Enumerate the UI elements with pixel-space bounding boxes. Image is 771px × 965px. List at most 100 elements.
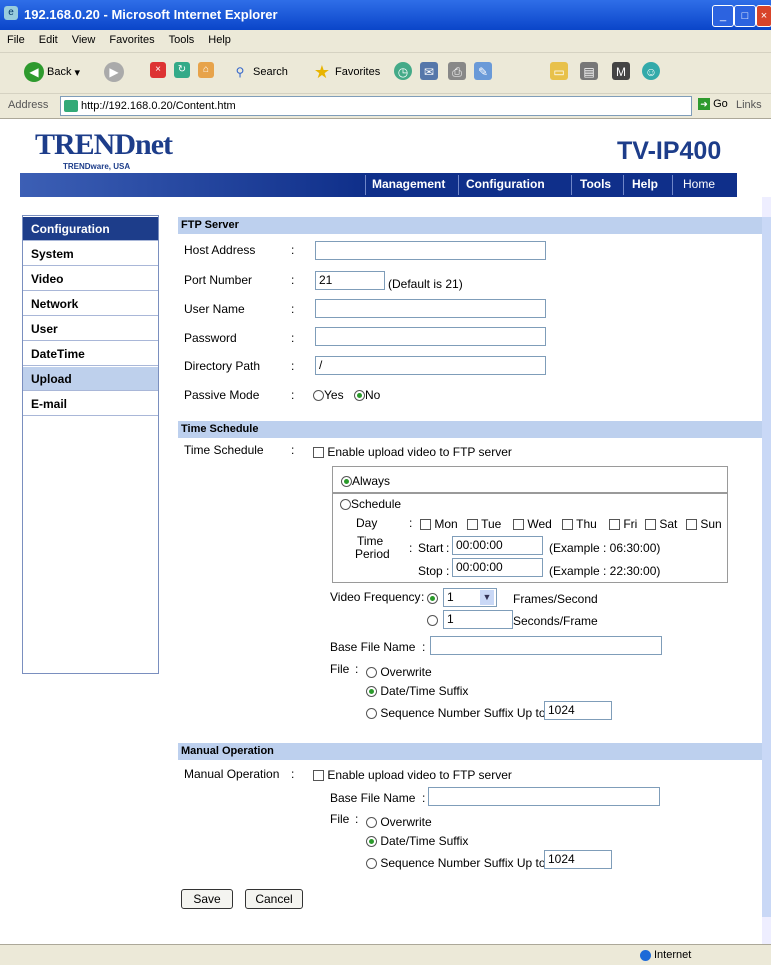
day-thu[interactable]: Thu: [562, 517, 597, 531]
go-button[interactable]: ➜ Go: [698, 98, 728, 110]
back-button[interactable]: ◀ Back ▾: [24, 62, 80, 82]
day-fri-checkbox[interactable]: [609, 519, 620, 531]
menu-favorites[interactable]: Favorites: [102, 30, 161, 46]
nav-management[interactable]: Management: [372, 177, 445, 191]
day-sun-checkbox[interactable]: [686, 519, 697, 531]
research-button[interactable]: ▤: [580, 62, 598, 80]
user-name-input[interactable]: [315, 299, 546, 318]
day-wed[interactable]: Wed: [513, 517, 552, 531]
folder-button[interactable]: ▭: [550, 62, 568, 80]
ie-icon: e: [4, 6, 18, 20]
menu-file[interactable]: File: [0, 30, 32, 46]
menu-view[interactable]: View: [65, 30, 103, 46]
forward-button[interactable]: ▶: [104, 62, 124, 82]
sidebar-header: Configuration: [23, 217, 158, 241]
manual-sequence-suffix-radio[interactable]: [366, 858, 377, 870]
edit-button[interactable]: ✎: [474, 62, 492, 80]
manual-enable-option[interactable]: Enable upload video to FTP server: [313, 768, 512, 782]
sidebar-item-system[interactable]: System: [23, 242, 158, 266]
password-input[interactable]: [315, 327, 546, 346]
stop-button[interactable]: ×: [150, 62, 166, 78]
search-button[interactable]: ⚲ Search: [230, 62, 288, 82]
refresh-button[interactable]: ↻: [174, 62, 190, 78]
host-address-input[interactable]: [315, 241, 546, 260]
start-time-input[interactable]: 00:00:00: [452, 536, 543, 555]
always-option[interactable]: Always: [341, 474, 390, 488]
mail-button[interactable]: ✉: [420, 62, 438, 80]
maximize-button[interactable]: □: [734, 5, 756, 27]
port-number-input[interactable]: 21: [315, 271, 385, 290]
sidebar: Configuration System Video Network User …: [22, 215, 159, 674]
day-tue[interactable]: Tue: [467, 517, 501, 531]
stop-time-input[interactable]: 00:00:00: [452, 558, 543, 577]
directory-path-input[interactable]: /: [315, 356, 546, 375]
print-button[interactable]: ⎙: [448, 62, 466, 80]
day-wed-checkbox[interactable]: [513, 519, 524, 531]
home-button[interactable]: ⌂: [198, 62, 214, 78]
sidebar-item-datetime[interactable]: DateTime: [23, 342, 158, 366]
sidebar-item-email[interactable]: E-mail: [23, 392, 158, 416]
manual-overwrite-option[interactable]: Overwrite: [366, 815, 432, 829]
day-sat[interactable]: Sat: [645, 517, 677, 531]
overwrite-option[interactable]: Overwrite: [366, 665, 432, 679]
passive-no-radio[interactable]: [354, 390, 365, 402]
sequence-suffix-option[interactable]: Sequence Number Suffix Up to: [366, 706, 546, 720]
address-input[interactable]: http://192.168.0.20/Content.htm: [60, 96, 692, 116]
users-button[interactable]: ☺: [642, 62, 660, 80]
schedule-radio[interactable]: [340, 499, 351, 511]
links-toolbar[interactable]: Links: [736, 99, 762, 111]
favorites-button[interactable]: ★ Favorites: [312, 62, 380, 82]
day-mon[interactable]: Mon: [420, 517, 458, 531]
day-fri[interactable]: Fri: [609, 517, 637, 531]
day-sat-checkbox[interactable]: [645, 519, 656, 531]
manual-sequence-limit-input[interactable]: 1024: [544, 850, 612, 869]
passive-yes-radio[interactable]: [313, 390, 324, 402]
manual-overwrite-radio[interactable]: [366, 817, 377, 829]
datetime-suffix-radio[interactable]: [366, 686, 377, 698]
passive-no-option[interactable]: No: [354, 388, 380, 402]
manual-datetime-suffix-radio[interactable]: [366, 836, 377, 848]
sidebar-item-video[interactable]: Video: [23, 267, 158, 291]
sidebar-item-user[interactable]: User: [23, 317, 158, 341]
messenger-button[interactable]: M: [612, 62, 630, 80]
seconds-per-frame-input[interactable]: 1: [443, 610, 513, 629]
nav-configuration[interactable]: Configuration: [466, 177, 545, 191]
close-button[interactable]: ×: [756, 5, 771, 27]
schedule-option[interactable]: Schedule: [340, 497, 401, 511]
sidebar-item-upload[interactable]: Upload: [23, 367, 158, 391]
manual-enable-checkbox[interactable]: [313, 770, 324, 782]
passive-yes-option[interactable]: Yes: [313, 388, 344, 402]
scrollbar-thumb[interactable]: [762, 217, 771, 917]
sequence-suffix-radio[interactable]: [366, 708, 377, 720]
menu-tools[interactable]: Tools: [162, 30, 202, 46]
manual-datetime-suffix-option[interactable]: Date/Time Suffix: [366, 834, 468, 848]
datetime-suffix-option[interactable]: Date/Time Suffix: [366, 684, 468, 698]
nav-help[interactable]: Help: [632, 177, 658, 191]
menu-help[interactable]: Help: [201, 30, 238, 46]
manual-sequence-suffix-option[interactable]: Sequence Number Suffix Up to: [366, 856, 546, 870]
day-thu-checkbox[interactable]: [562, 519, 573, 531]
mail-icon: ✉: [420, 62, 438, 80]
frames-per-second-radio[interactable]: [427, 593, 438, 604]
cancel-button[interactable]: Cancel: [245, 889, 303, 909]
seconds-per-frame-radio[interactable]: [427, 615, 438, 626]
day-mon-checkbox[interactable]: [420, 519, 431, 531]
day-tue-checkbox[interactable]: [467, 519, 478, 531]
history-button[interactable]: ◷: [394, 62, 412, 80]
save-button[interactable]: Save: [181, 889, 233, 909]
minimize-button[interactable]: _: [712, 5, 734, 27]
sequence-limit-input[interactable]: 1024: [544, 701, 612, 720]
always-radio[interactable]: [341, 476, 352, 488]
sidebar-item-network[interactable]: Network: [23, 292, 158, 316]
menu-edit[interactable]: Edit: [32, 30, 65, 46]
day-sun[interactable]: Sun: [686, 517, 722, 531]
nav-tools[interactable]: Tools: [580, 177, 611, 191]
schedule-enable-option[interactable]: Enable upload video to FTP server: [313, 445, 512, 459]
schedule-enable-checkbox[interactable]: [313, 447, 324, 459]
frames-select[interactable]: 1 ▼: [443, 588, 497, 607]
vertical-scrollbar[interactable]: [762, 197, 771, 944]
overwrite-radio[interactable]: [366, 667, 377, 679]
manual-base-file-name-input[interactable]: [428, 787, 660, 806]
base-file-name-input[interactable]: [430, 636, 662, 655]
nav-home[interactable]: Home: [683, 177, 715, 191]
